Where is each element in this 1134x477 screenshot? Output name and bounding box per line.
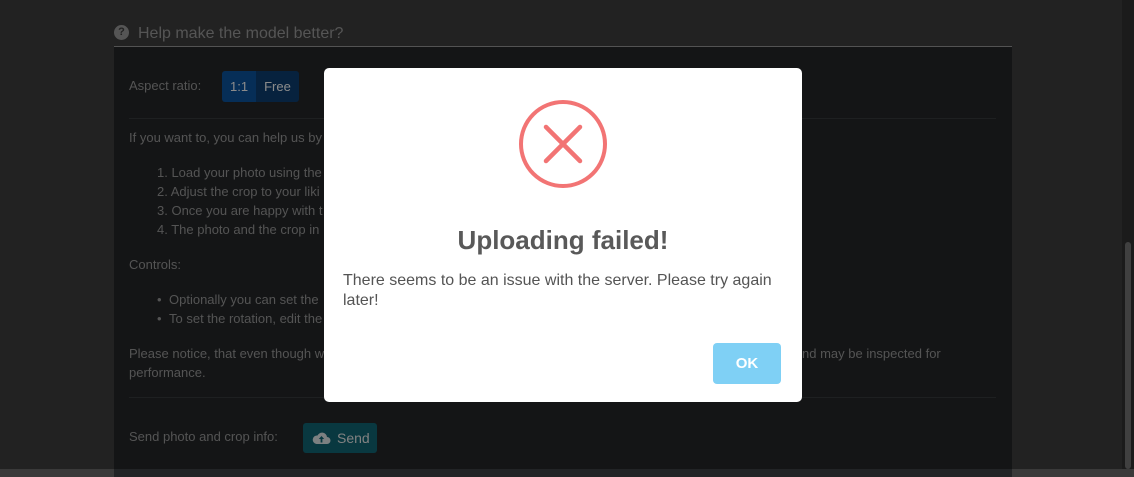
ok-button[interactable]: OK: [713, 343, 781, 384]
page: ? Help make the model better? Aspect rat…: [0, 0, 1134, 477]
dialog-message: There seems to be an issue with the serv…: [343, 272, 772, 309]
dialog-title: Uploading failed!: [457, 225, 669, 255]
error-dialog: Uploading failed! There seems to be an i…: [324, 68, 802, 402]
error-x-icon: [519, 100, 607, 188]
